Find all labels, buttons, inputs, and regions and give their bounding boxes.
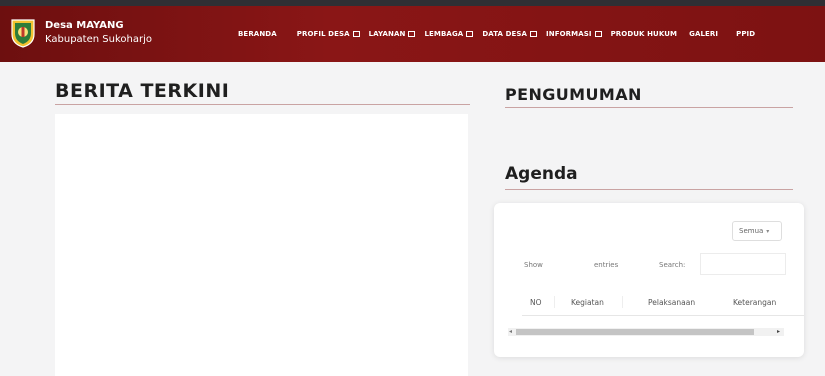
scroll-right-arrow-icon[interactable]: ▸ [777, 328, 780, 335]
sukoharjo-emblem-icon[interactable] [9, 18, 37, 48]
nav-item-label: PRODUK HUKUM [610, 30, 678, 38]
nav-ppid[interactable]: PPID [736, 30, 755, 38]
entries-length-select[interactable] [550, 253, 590, 275]
brand-village-name: Desa MAYANG [45, 20, 124, 31]
pengumuman-heading: PENGUMUMAN [505, 85, 642, 104]
scrollbar-thumb[interactable] [516, 329, 754, 335]
agenda-filter-value: Semua [739, 227, 764, 235]
agenda-heading: Agenda [505, 164, 578, 184]
nav-item-label: PPID [736, 30, 756, 38]
agenda-filter-select[interactable]: Semua ▾ [732, 221, 782, 241]
dropdown-caret-icon [594, 31, 602, 37]
column-header-pelaksanaan[interactable]: Pelaksanaan [648, 298, 695, 307]
column-divider [554, 296, 555, 308]
nav-item-label: INFORMASI [546, 30, 592, 38]
column-header-keterangan[interactable]: Keterangan [733, 298, 776, 307]
nav-item-label: BERANDA [238, 30, 277, 38]
dropdown-caret-icon [352, 31, 360, 37]
column-header-kegiatan[interactable]: Kegiatan [571, 298, 604, 307]
agenda-table-header: NO Kegiatan Pelaksanaan Keterangan [522, 288, 804, 316]
nav-layanan[interactable]: LAYANAN [369, 30, 416, 38]
search-label: Search: [659, 261, 686, 269]
berita-terkini-heading: BERITA TERKINI [55, 80, 230, 102]
chevron-down-icon: ▾ [766, 227, 770, 235]
nav-informasi[interactable]: INFORMASI [546, 30, 602, 38]
brand-text[interactable]: Desa MAYANG Kabupaten Sukoharjo [45, 19, 152, 47]
nav-produk-hukum[interactable]: PRODUK HUKUM [611, 30, 678, 38]
main-menu: BERANDA PROFIL DESA LAYANAN LEMBAGA DATA DES… [238, 6, 755, 62]
nav-galeri[interactable]: GALERI [689, 30, 718, 38]
nav-data-desa[interactable]: DATA DESA [482, 30, 538, 38]
dropdown-caret-icon [466, 31, 474, 37]
nav-lembaga[interactable]: LEMBAGA [424, 30, 474, 38]
news-content-area [55, 114, 468, 376]
nav-item-label: LEMBAGA [424, 30, 464, 38]
nav-item-label: LAYANAN [368, 30, 406, 38]
agenda-divider [505, 189, 793, 190]
nav-beranda[interactable]: BERANDA [238, 30, 277, 38]
pengumuman-divider [505, 107, 793, 108]
nav-item-label: PROFIL DESA [296, 30, 350, 38]
search-input[interactable] [700, 253, 786, 275]
scroll-left-arrow-icon[interactable]: ◂ [509, 328, 512, 335]
column-divider [622, 296, 623, 308]
brand-regency-name: Kabupaten Sukoharjo [45, 34, 152, 45]
nav-profil-desa[interactable]: PROFIL DESA [297, 30, 360, 38]
berita-divider [55, 104, 470, 105]
dropdown-caret-icon [530, 31, 538, 37]
entries-label: entries [594, 261, 619, 269]
dropdown-caret-icon [408, 31, 416, 37]
navbar: Desa MAYANG Kabupaten Sukoharjo BERANDA P… [0, 6, 825, 62]
show-label: Show [524, 261, 543, 269]
nav-item-label: DATA DESA [482, 30, 528, 38]
horizontal-scrollbar[interactable]: ◂ ▸ [508, 328, 784, 336]
column-header-no[interactable]: NO [530, 298, 542, 307]
agenda-table-card: Semua ▾ Show entries Search: NO Kegiatan… [494, 203, 804, 357]
nav-item-label: GALERI [689, 30, 719, 38]
